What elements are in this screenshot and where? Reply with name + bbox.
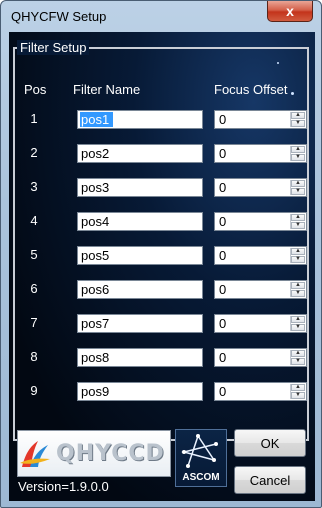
filter-name-input[interactable] (77, 314, 203, 333)
focus-offset-header: Focus Offset (214, 82, 288, 97)
filter-position-label: 2 (30, 145, 38, 160)
setup-dialog: QHYCFW Setup x Filter Setup Pos Filter N… (0, 0, 322, 508)
spin-down-icon[interactable]: ▼ (291, 392, 305, 399)
spin-down-icon[interactable]: ▼ (291, 256, 305, 263)
spin-up-icon[interactable]: ▲ (291, 214, 305, 221)
filter-position-label: 8 (30, 349, 38, 364)
focus-offset-spinner[interactable]: 0 ▲ ▼ (214, 314, 307, 333)
version-label: Version=1.9.0.0 (18, 479, 109, 494)
filter-position-label: 7 (30, 315, 38, 330)
filter-position-label: 1 (30, 111, 38, 126)
focus-offset-spinner[interactable]: 0 ▲ ▼ (214, 144, 307, 163)
filter-name-input[interactable] (77, 348, 203, 367)
title-bar[interactable]: QHYCFW Setup x (1, 1, 321, 31)
focus-offset-value[interactable]: 0 (219, 384, 226, 399)
filter-name-input[interactable] (77, 144, 203, 163)
focus-offset-spinner[interactable]: 0 ▲ ▼ (214, 178, 307, 197)
ok-button[interactable]: OK (234, 429, 306, 457)
filter-position-label: 5 (30, 247, 38, 262)
focus-offset-spinner[interactable]: 0 ▲ ▼ (214, 348, 307, 367)
spin-down-icon[interactable]: ▼ (291, 324, 305, 331)
spin-up-icon[interactable]: ▲ (291, 180, 305, 187)
qhyccd-logo-icon (20, 440, 50, 467)
filter-name-input[interactable] (77, 110, 203, 129)
focus-offset-spinner[interactable]: 0 ▲ ▼ (214, 110, 307, 129)
spin-down-icon[interactable]: ▼ (291, 222, 305, 229)
filter-name-input[interactable] (77, 280, 203, 299)
focus-offset-spinner[interactable]: 0 ▲ ▼ (214, 280, 307, 299)
spin-buttons[interactable]: ▲ ▼ (290, 112, 305, 127)
focus-offset-value[interactable]: 0 (219, 214, 226, 229)
filter-name-input[interactable] (77, 212, 203, 231)
logo-text: QHYCCD (56, 441, 165, 466)
spin-down-icon[interactable]: ▼ (291, 154, 305, 161)
spin-down-icon[interactable]: ▼ (291, 120, 305, 127)
filter-position-label: 9 (30, 383, 38, 398)
filter-name-input[interactable] (77, 246, 203, 265)
focus-offset-value[interactable]: 0 (219, 248, 226, 263)
filter-name-header: Filter Name (73, 82, 141, 97)
close-button[interactable]: x (267, 1, 313, 22)
qhyccd-logo: QHYCCD (17, 430, 171, 477)
focus-offset-value[interactable]: 0 (219, 112, 226, 127)
ascom-label: ASCOM (182, 472, 220, 483)
spin-buttons[interactable]: ▲ ▼ (290, 282, 305, 297)
focus-offset-spinner[interactable]: 0 ▲ ▼ (214, 212, 307, 231)
spin-down-icon[interactable]: ▼ (291, 290, 305, 297)
filter-name-input[interactable] (77, 382, 203, 401)
spin-down-icon[interactable]: ▼ (291, 358, 305, 365)
pos-header: Pos (24, 82, 47, 97)
spin-up-icon[interactable]: ▲ (291, 384, 305, 391)
spin-up-icon[interactable]: ▲ (291, 146, 305, 153)
spin-up-icon[interactable]: ▲ (291, 112, 305, 119)
ascom-star-icon (181, 434, 218, 468)
filter-position-label: 3 (30, 179, 38, 194)
spin-buttons[interactable]: ▲ ▼ (290, 146, 305, 161)
spin-down-icon[interactable]: ▼ (291, 188, 305, 195)
dialog-client-area: Filter Setup Pos Filter Name Focus Offse… (9, 32, 315, 501)
spin-buttons[interactable]: ▲ ▼ (290, 214, 305, 229)
close-icon: x (286, 3, 294, 19)
focus-offset-spinner[interactable]: 0 ▲ ▼ (214, 382, 307, 401)
window-title: QHYCFW Setup (11, 9, 107, 24)
focus-offset-value[interactable]: 0 (219, 316, 226, 331)
spin-buttons[interactable]: ▲ ▼ (290, 316, 305, 331)
focus-offset-spinner[interactable]: 0 ▲ ▼ (214, 246, 307, 265)
focus-offset-value[interactable]: 0 (219, 146, 226, 161)
spin-up-icon[interactable]: ▲ (291, 282, 305, 289)
focus-offset-value[interactable]: 0 (219, 180, 226, 195)
spin-buttons[interactable]: ▲ ▼ (290, 384, 305, 399)
spin-up-icon[interactable]: ▲ (291, 350, 305, 357)
focus-offset-value[interactable]: 0 (219, 350, 226, 365)
focus-offset-value[interactable]: 0 (219, 282, 226, 297)
ascom-logo[interactable]: ASCOM (175, 429, 227, 487)
filter-position-label: 6 (30, 281, 38, 296)
spin-buttons[interactable]: ▲ ▼ (290, 180, 305, 195)
spin-buttons[interactable]: ▲ ▼ (290, 350, 305, 365)
spin-buttons[interactable]: ▲ ▼ (290, 248, 305, 263)
cancel-button[interactable]: Cancel (234, 466, 306, 494)
filter-setup-label: Filter Setup (17, 40, 90, 55)
filter-name-input[interactable] (77, 178, 203, 197)
filter-position-label: 4 (30, 213, 38, 228)
spin-up-icon[interactable]: ▲ (291, 248, 305, 255)
spin-up-icon[interactable]: ▲ (291, 316, 305, 323)
